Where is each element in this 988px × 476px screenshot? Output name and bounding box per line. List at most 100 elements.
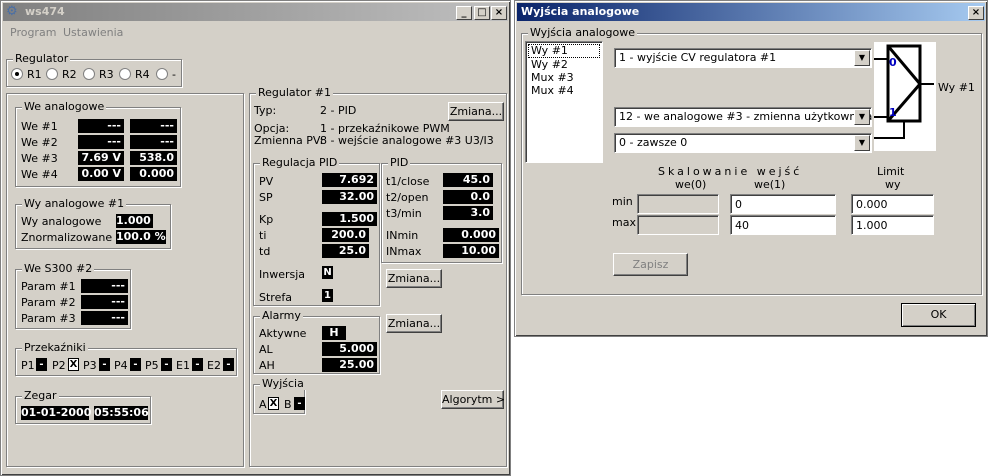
radio-r1[interactable] (11, 68, 23, 80)
list-item-mux4[interactable]: Mux #4 (528, 84, 600, 97)
typ-value: 2 - PID (320, 104, 357, 117)
list-item-wy1[interactable]: Wy #1 (528, 44, 600, 58)
close-button[interactable]: × (491, 6, 507, 20)
znormalizowane-value: 100.0 % (116, 230, 166, 244)
param2-label: Param #2 (21, 296, 76, 309)
sp-label: SP (259, 191, 273, 204)
regulator-group-label: Regulator (13, 52, 71, 65)
relay-p3-label: P3 (83, 359, 97, 372)
al-value: 5.000 (322, 342, 377, 356)
we3-value2: 538.0 (130, 151, 177, 165)
minimize-button[interactable]: _ (456, 6, 472, 20)
select-combo[interactable]: 0 - zawsze 0 ▼ (614, 133, 872, 153)
chevron-down-icon[interactable]: ▼ (854, 109, 870, 125)
relay-p1-state: - (36, 358, 47, 371)
pid-label: PID (388, 156, 411, 169)
radio-r2[interactable] (46, 68, 58, 80)
zmiana-typ-button[interactable]: Zmiana... (448, 102, 504, 121)
clock-time: 05:55:06 (94, 406, 149, 420)
td-value: 25.0 (322, 244, 369, 258)
we1-max-field[interactable]: 40 (730, 215, 836, 235)
maximize-button[interactable]: □ (474, 6, 490, 20)
mux-diagram: 0 1 (874, 42, 936, 151)
param1-label: Param #1 (21, 280, 76, 293)
zmienna-pv-value: 8 - wejście analogowe #3 U3/I3 (320, 134, 494, 147)
we1-value2: --- (130, 119, 177, 133)
zegar-label: Zegar (22, 389, 59, 402)
radio-r4[interactable] (119, 68, 131, 80)
we0-label: we(0) (675, 178, 707, 191)
main-title-bar[interactable]: ⚙ ws474 _ □ × (3, 3, 508, 21)
radio-r3-label: R3 (99, 68, 114, 81)
menu-ustawienia[interactable]: Ustawienia (63, 26, 123, 39)
ok-button[interactable]: OK (901, 303, 976, 327)
kp-label: Kp (259, 213, 274, 226)
alarmy-label: Alarmy (260, 309, 303, 322)
relay-p2-state: X (68, 358, 79, 371)
we0-min-field (637, 194, 719, 214)
radio-r1-label: R1 (27, 68, 42, 81)
limit-max-field[interactable]: 1.000 (851, 215, 934, 235)
ah-value: 25.00 (322, 358, 377, 372)
strefa-value: 1 (322, 289, 333, 302)
t3-label: t3/min (386, 207, 422, 220)
relay-p3-state: - (99, 358, 110, 371)
algorytm-button[interactable]: Algorytm > (441, 390, 505, 409)
max-label: max (612, 216, 636, 229)
mux-out-label: Wy #1 (938, 81, 975, 94)
param3-label: Param #3 (21, 312, 76, 325)
dialog-title-bar[interactable]: Wyjścia analogowe × (517, 3, 985, 21)
mux-symbol-icon (874, 44, 934, 139)
zmienna-pv-label: Zmienna PV: (254, 134, 324, 147)
list-item-wy2[interactable]: Wy #2 (528, 58, 600, 71)
min-label: min (612, 195, 633, 208)
relay-p1-label: P1 (21, 359, 35, 372)
radio-r2-label: R2 (62, 68, 77, 81)
strefa-label: Strefa (259, 291, 292, 304)
dialog-window: Wyjścia analogowe × Wyjścia analogowe Wy… (514, 0, 988, 337)
al-label: AL (259, 343, 273, 356)
select-combo-value: 0 - zawsze 0 (619, 136, 688, 149)
zapisz-button[interactable]: Zapisz (613, 253, 688, 276)
typ-label: Typ: (254, 104, 277, 117)
regulacja-pid-label: Regulacja PID (260, 156, 340, 169)
mux-in0-label: 0 (889, 56, 897, 69)
radio-none[interactable] (156, 68, 168, 80)
inmin-label: INmin (386, 229, 419, 242)
input1-combo-value: 12 - we analogowe #3 - zmienna użytkowni… (619, 110, 891, 123)
output-list[interactable]: Wy #1 Wy #2 Mux #3 Mux #4 (525, 41, 603, 163)
we4-value2: 0.000 (130, 167, 177, 181)
main-window: ⚙ ws474 _ □ × Program Ustawienia Regulat… (0, 0, 511, 476)
dialog-close-button[interactable]: × (968, 6, 984, 20)
inmax-label: INmax (386, 245, 422, 258)
input1-combo[interactable]: 12 - we analogowe #3 - zmienna użytkowni… (614, 107, 890, 127)
ti-value: 200.0 (322, 228, 369, 242)
t3-value: 3.0 (443, 206, 493, 220)
relay-p4-state: - (130, 358, 141, 371)
inmin-value: 0.000 (443, 228, 499, 242)
relay-p5-label: P5 (145, 359, 159, 372)
chevron-down-icon[interactable]: ▼ (854, 50, 870, 66)
we1-min-field[interactable]: 0 (730, 194, 836, 214)
t2-label: t2/open (386, 191, 429, 204)
kp-value: 1.500 (322, 212, 377, 226)
radio-r3[interactable] (83, 68, 95, 80)
relay-p5-state: - (161, 358, 172, 371)
output-a-label: A (259, 398, 267, 411)
list-item-mux3[interactable]: Mux #3 (528, 71, 600, 84)
zmiana-alarmy-button[interactable]: Zmiana... (386, 314, 442, 333)
chevron-down-icon[interactable]: ▼ (854, 135, 870, 151)
we3-label: We #3 (21, 152, 58, 165)
zmiana-pid-button[interactable]: Zmiana... (386, 269, 442, 288)
skalowanie-label: Skalowanie wejść (658, 165, 803, 178)
main-title: ws474 (25, 5, 65, 18)
inmax-value: 10.00 (443, 244, 499, 258)
t1-label: t1/close (386, 175, 430, 188)
aktywne-label: Aktywne (259, 327, 307, 340)
input0-combo[interactable]: 1 - wyjście CV regulatora #1 ▼ (614, 48, 872, 68)
limit-min-field[interactable]: 0.000 (851, 194, 934, 214)
we1-value1: --- (78, 119, 124, 133)
t2-value: 0.0 (443, 190, 493, 204)
menu-program[interactable]: Program (10, 26, 56, 39)
relay-e1-label: E1 (176, 359, 190, 372)
